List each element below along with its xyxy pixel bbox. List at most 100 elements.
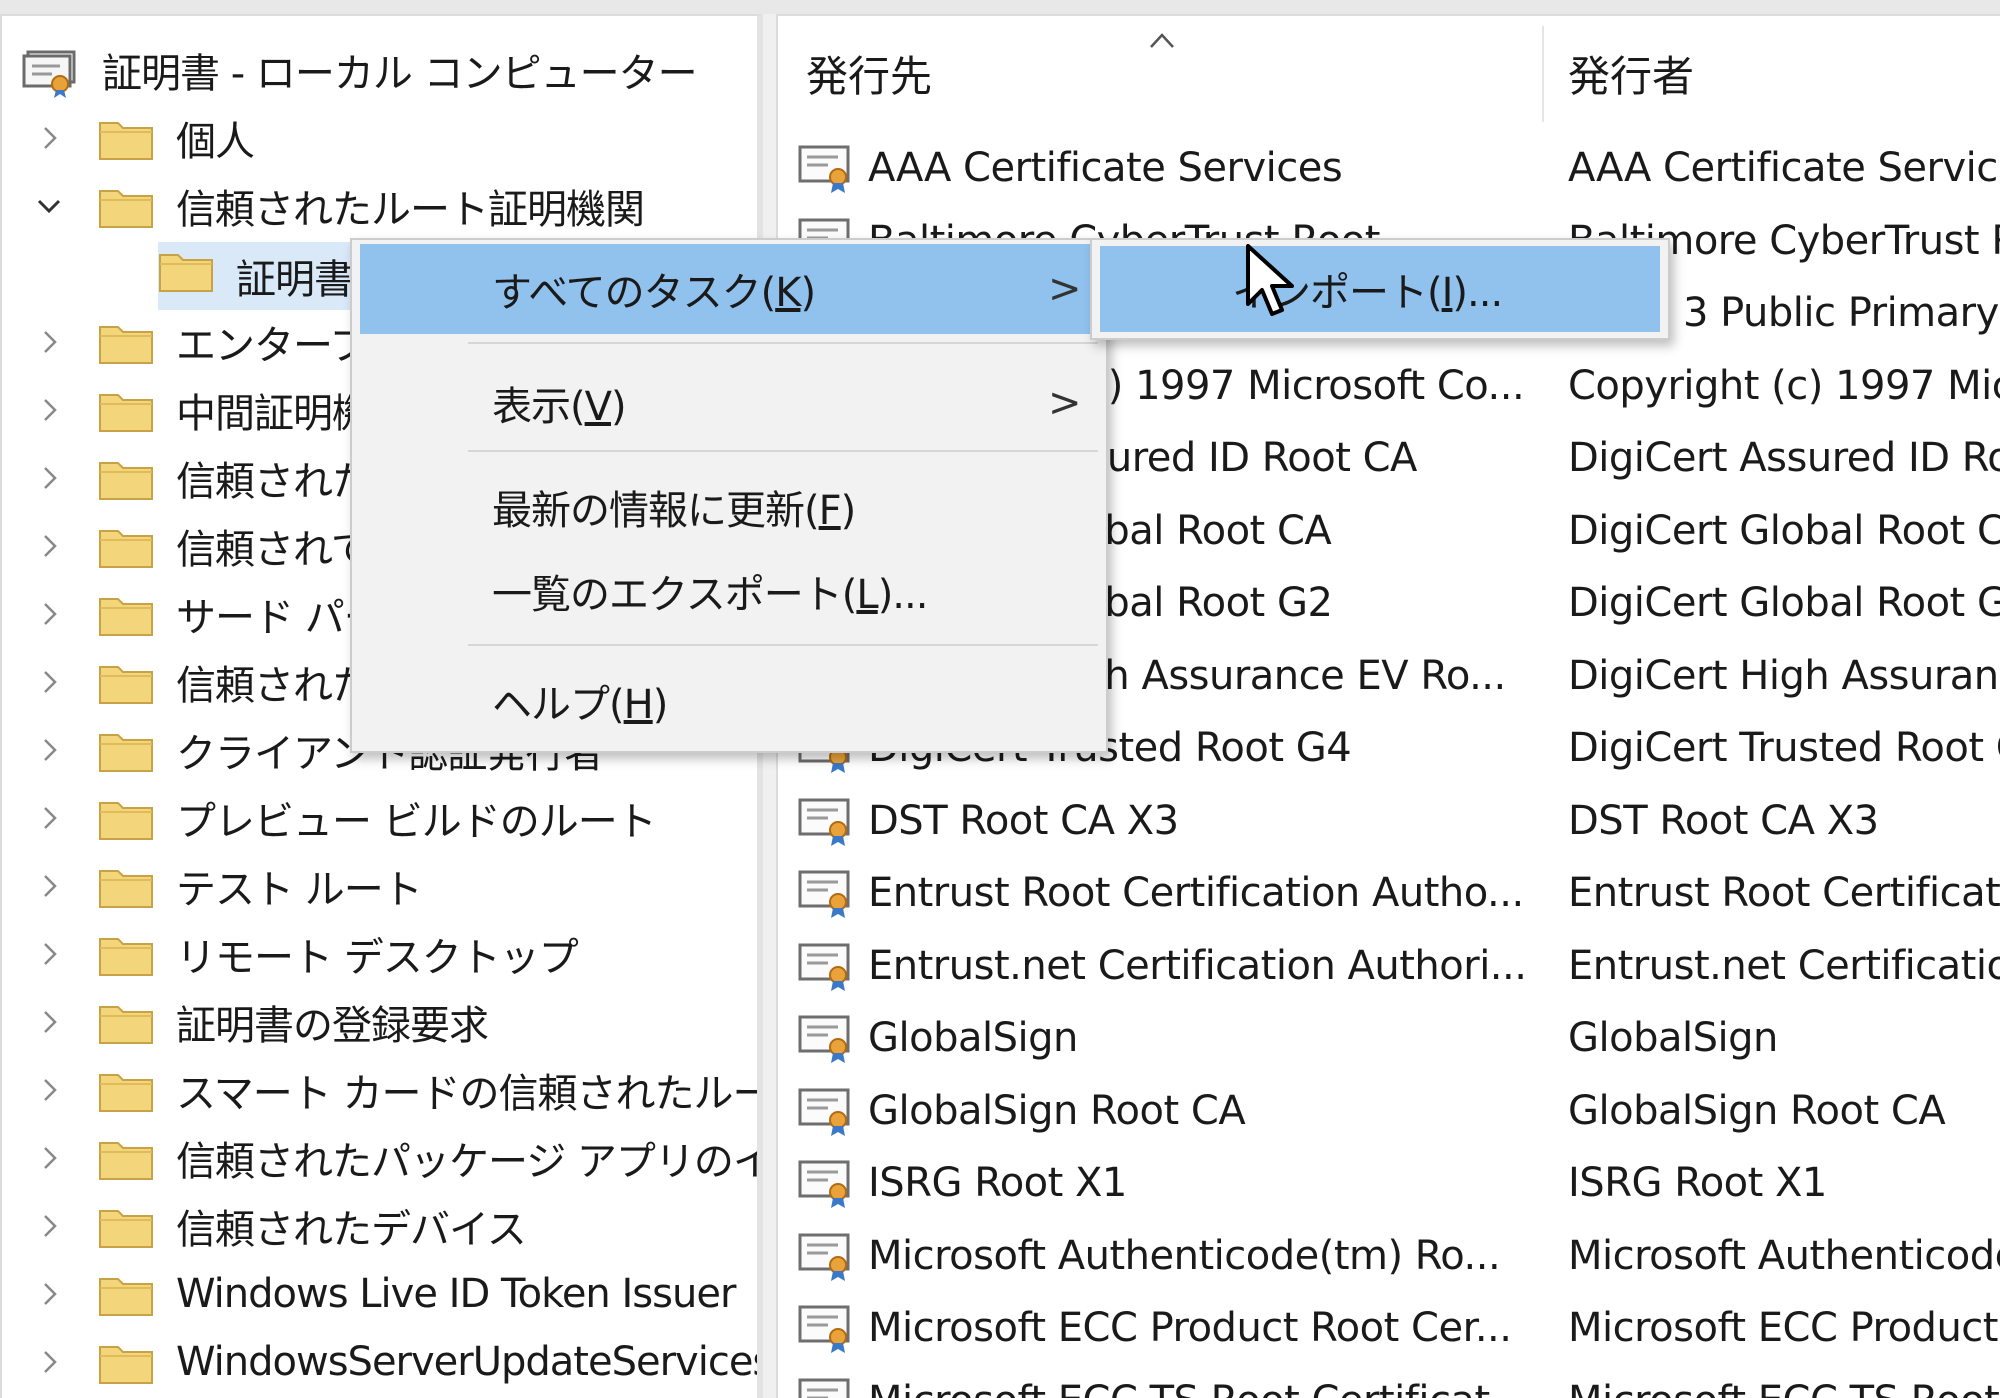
- folder-icon: [99, 598, 153, 636]
- menu-item-text: 最新の情報に更新(: [492, 488, 820, 534]
- tree-item-content: プレビュー ビルドのルート: [98, 784, 657, 852]
- folder-icon: [99, 1142, 153, 1180]
- expand-toggle[interactable]: [32, 529, 66, 563]
- table-row[interactable]: Entrust Root Certification Autho... Entru…: [778, 857, 2000, 929]
- certificate-icon: [798, 145, 850, 193]
- certificate-icon: [798, 798, 850, 846]
- cell-issued-to: GlobalSign: [868, 1015, 1078, 1061]
- tree-item-content: リモート デスクトップ: [98, 920, 579, 988]
- expand-toggle[interactable]: [32, 1073, 66, 1107]
- cell-issued-by: DigiCert Assured ID Root CA: [1568, 435, 2000, 481]
- column-divider[interactable]: [1542, 26, 1544, 122]
- expand-toggle[interactable]: [32, 461, 66, 495]
- cell-issued-by: Microsoft ECC TS Root Certificate Author…: [1568, 1378, 2000, 1398]
- column-header-issued-to[interactable]: 発行先: [806, 16, 1546, 130]
- chevron-right-icon: [44, 739, 57, 761]
- expand-toggle[interactable]: [32, 733, 66, 767]
- menu-item[interactable]: 一覧のエクスポート(L)...: [360, 552, 1100, 630]
- table-row[interactable]: DST Root CA X3 DST Root CA X3: [778, 785, 2000, 857]
- expand-toggle[interactable]: [32, 1209, 66, 1243]
- chevron-right-icon: [44, 671, 57, 693]
- folder-icon: [99, 462, 153, 500]
- tree-item-label: 証明書: [236, 257, 354, 303]
- chevron-right-icon: [44, 467, 57, 489]
- table-row[interactable]: GlobalSign Root CA GlobalSign Root CA: [778, 1075, 2000, 1147]
- menu-item-accelerator: V: [584, 384, 612, 430]
- certificate-icon: [798, 1378, 850, 1398]
- chevron-right-icon: [44, 1215, 57, 1237]
- menu-item-label: 一覧のエクスポート(L)...: [492, 562, 928, 620]
- certificate-icon: [798, 1305, 850, 1353]
- menu-item-suffix: ): [652, 682, 669, 728]
- chevron-right-icon: [44, 1011, 57, 1033]
- menu-item-label: すべてのタスク(K): [492, 260, 816, 318]
- menu-item-suffix: ): [840, 488, 857, 534]
- menu-item-text: ヘルプ(: [492, 682, 625, 728]
- menu-item-suffix: ): [800, 270, 816, 316]
- certificate-icon: [798, 1160, 850, 1208]
- all-tasks-submenu[interactable]: インポート(I)...: [1090, 238, 1670, 340]
- menu-item-accelerator: F: [818, 488, 842, 534]
- menu-item-accelerator: K: [775, 270, 801, 316]
- expand-toggle[interactable]: [32, 665, 66, 699]
- menu-item-accelerator: H: [623, 682, 654, 728]
- cell-issued-by: GlobalSign: [1568, 1015, 1778, 1061]
- expand-toggle[interactable]: [32, 869, 66, 903]
- tree-item-label: 信頼されたパッケージ アプリのインストール機関: [176, 1139, 757, 1185]
- expand-toggle[interactable]: [32, 189, 66, 223]
- folder-icon: [99, 802, 153, 840]
- chevron-right-icon: [44, 1351, 57, 1373]
- table-row[interactable]: ISRG Root X1 ISRG Root X1: [778, 1147, 2000, 1219]
- expand-toggle[interactable]: [32, 1277, 66, 1311]
- menu-item[interactable]: ヘルプ(H): [360, 656, 1100, 746]
- expand-toggle[interactable]: [32, 801, 66, 835]
- folder-icon: [99, 1210, 153, 1248]
- chevron-right-icon: [44, 1283, 57, 1305]
- table-row[interactable]: Microsoft Authenticode(tm) Ro... Microsof…: [778, 1220, 2000, 1292]
- menu-item[interactable]: 最新の情報に更新(F): [360, 468, 1100, 546]
- table-row[interactable]: Microsoft ECC TS Root Certificat... Micro…: [778, 1365, 2000, 1398]
- menu-item-text: 一覧のエクスポート(: [492, 572, 857, 618]
- certificate-icon: [798, 870, 850, 918]
- tree-item-content: テスト ルート: [98, 852, 423, 920]
- tree-root[interactable]: 証明書 - ローカル コンピューター: [22, 36, 698, 104]
- expand-toggle[interactable]: [32, 121, 66, 155]
- folder-icon: [99, 530, 153, 568]
- cell-issued-to: AAA Certificate Services: [868, 145, 1343, 191]
- cell-issued-by: DST Root CA X3: [1568, 797, 1879, 844]
- expand-toggle[interactable]: [32, 597, 66, 631]
- folder-icon: [99, 394, 153, 432]
- column-header-issued-by[interactable]: 発行者: [1568, 16, 2000, 130]
- table-row[interactable]: Microsoft ECC Product Root Cer... Microso…: [778, 1292, 2000, 1364]
- cell-issued-by: Entrust.net Certification Authority (204…: [1568, 942, 2000, 989]
- menu-separator: [468, 450, 1098, 452]
- folder-icon: [99, 1074, 153, 1112]
- tree-item-content: 個人: [98, 104, 255, 172]
- certificate-icon: [798, 1233, 850, 1281]
- expand-toggle[interactable]: [32, 325, 66, 359]
- menu-item[interactable]: すべてのタスク(K) >: [360, 244, 1100, 334]
- cell-issued-by: Microsoft Authenticode(tm) Root Authorit…: [1568, 1232, 2000, 1279]
- tree-item-content: 証明書の登録要求: [98, 988, 489, 1056]
- cell-issued-to: Microsoft ECC Product Root Cer...: [868, 1305, 1512, 1351]
- menu-item[interactable]: 表示(V) >: [360, 358, 1100, 448]
- expand-toggle[interactable]: [32, 1005, 66, 1039]
- chevron-right-icon: [44, 943, 57, 965]
- cell-issued-by: DigiCert Global Root G2: [1568, 580, 2000, 626]
- table-row[interactable]: Entrust.net Certification Authori... Entr…: [778, 930, 2000, 1002]
- chevron-right-icon: [44, 399, 57, 421]
- context-menu[interactable]: すべてのタスク(K) > 表示(V) > 最新の情報に更新(F) 一覧のエクスポート(L)…: [350, 238, 1108, 753]
- table-row[interactable]: GlobalSign GlobalSign: [778, 1002, 2000, 1074]
- expand-toggle[interactable]: [32, 1345, 66, 1379]
- expand-toggle[interactable]: [32, 393, 66, 427]
- certificate-icon: [798, 943, 850, 991]
- folder-icon: [99, 326, 153, 364]
- expand-toggle[interactable]: [32, 937, 66, 971]
- cell-issued-by: DigiCert High Assurance EV Root CA: [1568, 652, 2000, 699]
- folder-icon: [159, 254, 213, 292]
- certificate-store-icon: [22, 50, 76, 98]
- table-row[interactable]: AAA Certificate Services AAA Certificate …: [778, 132, 2000, 204]
- chevron-right-icon: [44, 331, 57, 353]
- expand-toggle[interactable]: [32, 1141, 66, 1175]
- menu-item-import[interactable]: インポート(I)...: [1100, 246, 1660, 332]
